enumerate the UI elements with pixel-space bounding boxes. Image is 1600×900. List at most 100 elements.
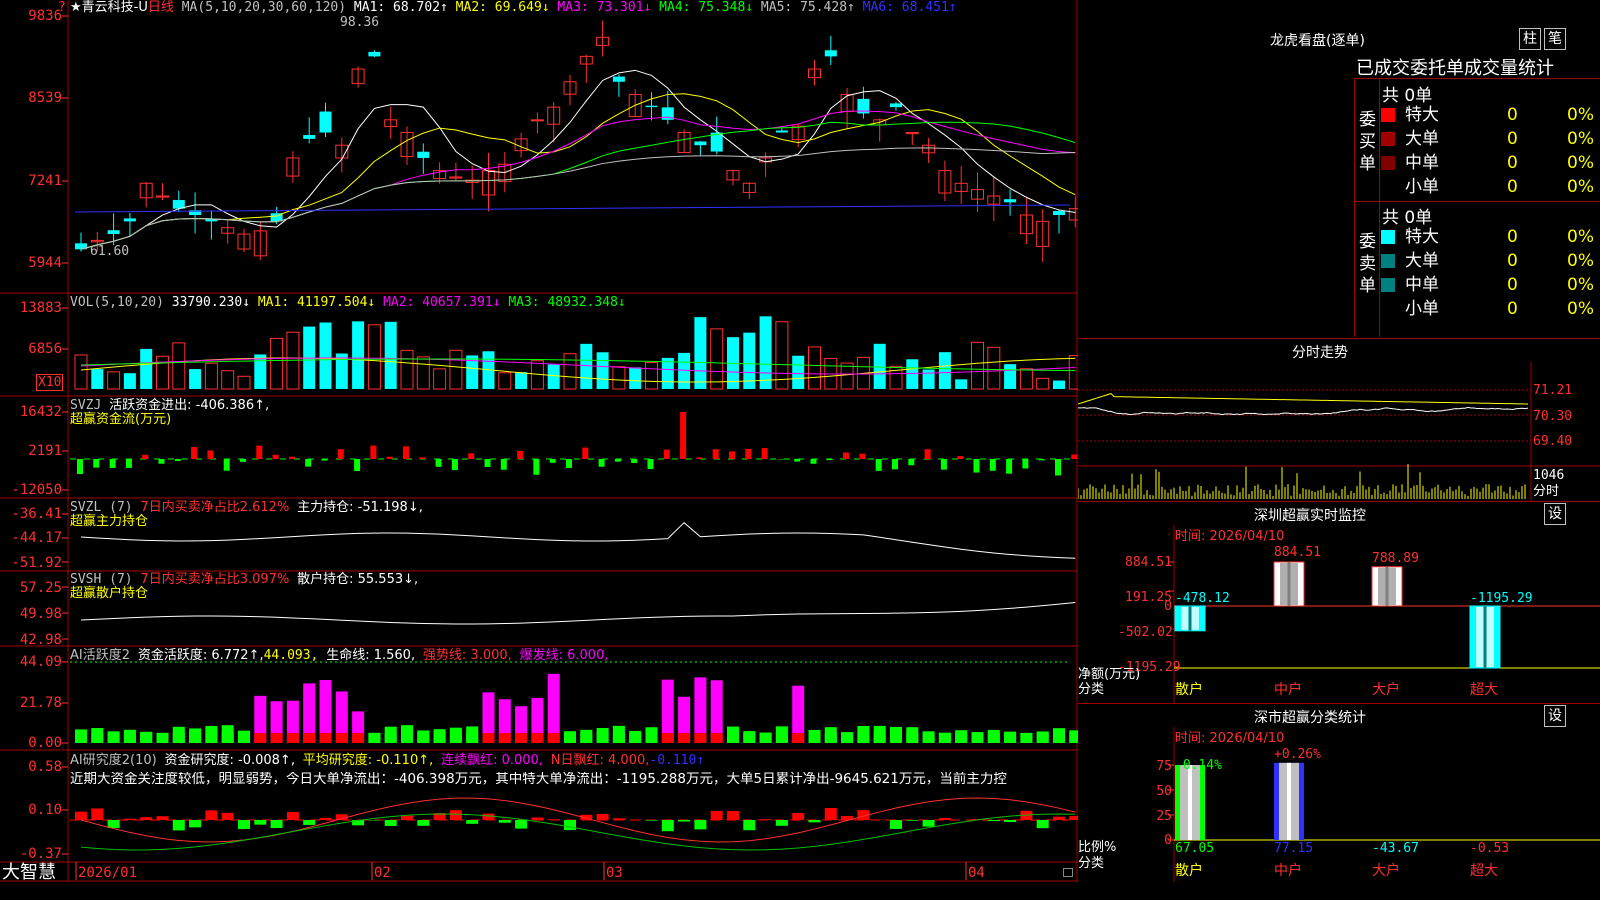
dragon-tiger-header: 已成交委托单成交量统计 <box>1356 58 1554 79</box>
intraday-vol-label: 1046 <box>1533 468 1565 483</box>
sz-monitor-ytick-1: 884.51 <box>1125 555 1172 570</box>
svzj-bar <box>712 449 719 459</box>
research-bar <box>238 820 250 829</box>
svsh-line <box>80 602 1076 625</box>
volume-bar <box>123 373 136 389</box>
research-bar <box>107 820 120 829</box>
svzj-bar <box>419 457 426 459</box>
ai-active-base <box>107 733 120 743</box>
research-bar <box>140 817 153 820</box>
ai-active-ytick-1: 44.09 <box>19 654 62 670</box>
research-bar <box>172 820 185 831</box>
ai-active-base <box>710 733 723 743</box>
ai-research-ytick-3: -0.37 <box>19 846 62 862</box>
ai-active-base <box>531 733 544 743</box>
volume-bar <box>563 353 577 390</box>
buy-side-divider <box>1355 201 1600 202</box>
svzj-bar <box>810 459 817 464</box>
buy-row-name: 中单 <box>1405 153 1439 173</box>
buy-row-pct: 0% <box>1567 129 1594 149</box>
buy-color-swatch <box>1381 180 1395 194</box>
research-bar <box>1053 816 1065 820</box>
vol-value: 33790.230↓ <box>171 295 251 310</box>
ma4-value: MA4: 75.348↓ <box>659 0 754 15</box>
research-bar <box>629 819 642 820</box>
ai-active-bar <box>547 673 560 743</box>
ai-research-ytick-1: 0.58 <box>28 759 62 775</box>
svzj-bar <box>517 450 524 459</box>
ai-active-base <box>466 733 479 743</box>
svzj-bar <box>696 457 703 459</box>
svzj-bar <box>386 456 393 459</box>
sz-category-ytick-1: 75 <box>1156 759 1172 774</box>
sell-row-value: 0 <box>1507 299 1518 319</box>
ai-active-base <box>938 733 951 743</box>
ai-active-base <box>433 733 446 743</box>
svsh-ytick-2: 49.98 <box>19 606 62 622</box>
vol-ytick-2: 6856 <box>28 341 62 357</box>
candle-body <box>645 105 658 108</box>
indicator-panels-svg <box>0 0 1078 882</box>
volume-bar <box>694 317 707 389</box>
time-label-1: 2026/01 <box>78 865 138 881</box>
research-bar <box>384 820 397 826</box>
svzj-bar <box>566 459 572 468</box>
buy-row-value: 0 <box>1507 177 1518 197</box>
research-bar <box>678 820 691 822</box>
sz-monitor-val-4: -1195.29 <box>1470 591 1533 606</box>
vol-ma1: MA1: 41197.504↓ <box>257 295 376 310</box>
ai-active-base <box>140 733 153 743</box>
tick-mode-tab[interactable]: 笔 <box>1544 28 1566 50</box>
volume-bar <box>596 352 609 389</box>
intraday-ytick-2: 70.30 <box>1533 409 1573 424</box>
volume-bar <box>1053 380 1065 389</box>
ai-active-base <box>743 733 756 743</box>
ai-active-legend: AI活跃度2 资金活跃度: 6.772↑,44.093, 生命线: 1.560,… <box>70 648 609 663</box>
svzl-label: 主力持仓: -51.198↓, <box>297 500 423 515</box>
bar-mode-tab[interactable]: 柱 <box>1519 28 1541 50</box>
volume-bar <box>1004 364 1017 389</box>
ai-active-base <box>401 733 413 743</box>
ai-active-base <box>955 733 968 743</box>
buy-color-swatch <box>1381 132 1395 146</box>
low-price-label: 61.60 <box>90 244 130 259</box>
sz-category-bottom-4: -0.53 <box>1470 841 1510 856</box>
svzj-bar <box>435 459 442 467</box>
kline-chart-area[interactable] <box>0 0 1078 882</box>
svzl-ytick-1: -36.41 <box>11 506 62 522</box>
intraday-panel[interactable]: 分时走势 71.21 70.30 69.40 1046 分时 <box>1078 338 1600 501</box>
ai-active-base <box>564 733 576 743</box>
ai-active-base <box>270 733 283 743</box>
volume-bar <box>270 337 284 390</box>
svzj-bar <box>533 459 540 475</box>
research-bar <box>808 820 821 823</box>
volume-bar <box>515 372 528 389</box>
vol-unit[interactable]: X10 <box>36 374 64 391</box>
volume-bar <box>710 328 724 390</box>
sell-row-pct: 0% <box>1567 275 1594 295</box>
research-bar <box>759 819 772 820</box>
svsh-label: 散户持仓: 55.553↓, <box>297 572 419 587</box>
buy-row-pct: 0% <box>1567 105 1594 125</box>
buy-row: 中单 0 0% <box>1355 151 1594 175</box>
volume-bar <box>629 367 642 389</box>
sell-row-name: 大单 <box>1405 251 1439 271</box>
volume-bar <box>449 349 463 390</box>
research-bar <box>498 820 511 823</box>
stock-name[interactable]: ★青云科技-U <box>70 0 148 15</box>
research-bar <box>987 820 1000 822</box>
main-ytick-3: 7241 <box>28 173 62 189</box>
buy-row: 大单 0 0% <box>1355 127 1594 151</box>
buy-row: 特大 0 0% <box>1355 103 1594 127</box>
sz-monitor-val-2: 884.51 <box>1274 545 1321 560</box>
intraday-ytick-1: 71.21 <box>1533 383 1573 398</box>
volume-bar <box>612 366 626 390</box>
ai-active-base <box>254 733 267 743</box>
period-label[interactable]: 日线 <box>148 0 174 15</box>
research-bar <box>401 815 413 820</box>
ai-active-base <box>612 733 625 743</box>
ai-active-base <box>238 733 250 743</box>
ai-active-base <box>580 733 593 743</box>
svsh-spec: SVSH (7) <box>70 572 133 587</box>
ai-active-ytick-2: 21.78 <box>19 695 62 711</box>
